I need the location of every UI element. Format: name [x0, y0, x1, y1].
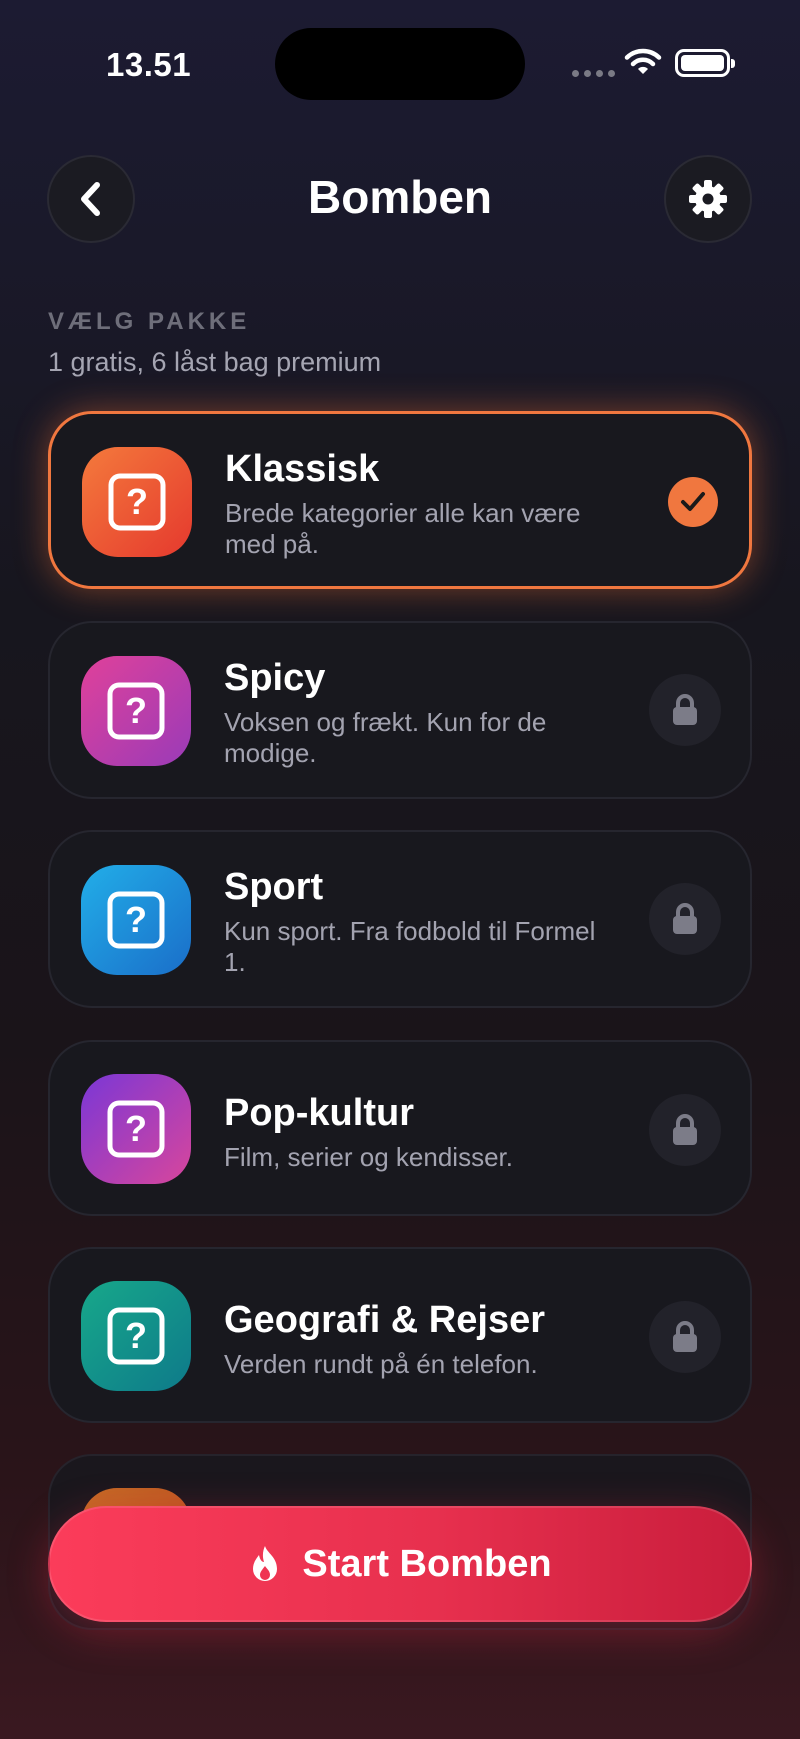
wifi-icon [624, 48, 662, 74]
question-icon: ? [81, 1074, 191, 1184]
lock-icon [649, 674, 721, 746]
pack-title: Pop-kultur [224, 1092, 414, 1134]
section-subtitle: 1 gratis, 6 låst bag premium [48, 347, 382, 377]
check-icon [668, 477, 718, 527]
pack-title: Sport [224, 866, 324, 908]
question-icon: ? [81, 865, 191, 975]
svg-text:?: ? [125, 690, 147, 731]
pack-description: Verden rundt på én telefon. [224, 1349, 538, 1379]
dynamic-island [275, 28, 525, 100]
svg-text:?: ? [125, 899, 147, 940]
flame-icon [253, 1546, 278, 1581]
question-icon: ? [81, 656, 191, 766]
pack-description: Voksen og frækt. Kun for de modige. [224, 707, 547, 768]
pack-card-sport[interactable]: ? Sport Kun sport. Fra fodbold til Forme… [48, 830, 752, 1008]
pack-description: Film, serier og kendisser. [224, 1142, 513, 1172]
question-icon: ? [81, 1281, 191, 1391]
start-button[interactable]: Start Bomben [48, 1506, 752, 1622]
status-bar: 13.51 [0, 0, 800, 130]
lock-icon [649, 1301, 721, 1373]
cellular-signal-icon [572, 70, 615, 77]
question-icon: ? [82, 447, 192, 557]
pack-card-geografi[interactable]: ? Geografi & Rejser Verden rundt på én t… [48, 1247, 752, 1423]
svg-text:?: ? [126, 481, 148, 522]
svg-text:?: ? [125, 1108, 147, 1149]
gear-icon [689, 180, 727, 218]
settings-button[interactable] [664, 155, 752, 243]
pack-title: Geografi & Rejser [224, 1299, 545, 1341]
battery-icon [675, 49, 735, 77]
status-time: 13.51 [106, 46, 192, 83]
pack-description: Kun sport. Fra fodbold til Formel 1. [224, 916, 596, 977]
pack-card-pop-kultur[interactable]: ? Pop-kultur Film, serier og kendisser. [48, 1040, 752, 1216]
pack-title: Klassisk [225, 448, 380, 490]
lock-icon [649, 883, 721, 955]
pack-description: Brede kategorier alle kan være med på. [225, 498, 581, 559]
section-label: VÆLG PAKKE [48, 308, 251, 335]
lock-icon [649, 1094, 721, 1166]
svg-text:?: ? [125, 1315, 147, 1356]
pack-card-spicy[interactable]: ? Spicy Voksen og frækt. Kun for de modi… [48, 621, 752, 799]
pack-title: Spicy [224, 657, 326, 699]
start-button-label: Start Bomben [302, 1542, 552, 1585]
pack-card-klassisk[interactable]: ? Klassisk Brede kategorier alle kan vær… [48, 411, 752, 589]
